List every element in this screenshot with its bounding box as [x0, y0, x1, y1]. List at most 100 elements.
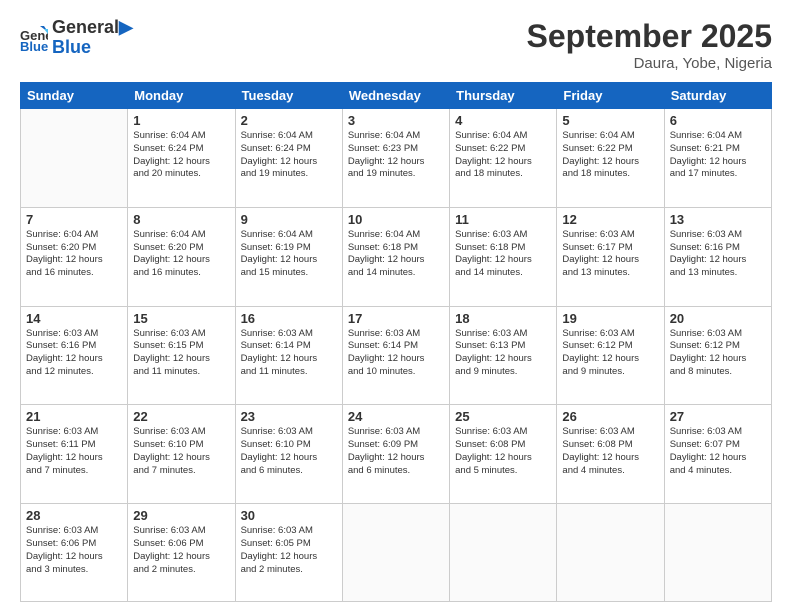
day-info: Sunrise: 6:03 AM Sunset: 6:12 PM Dayligh… — [670, 328, 766, 379]
day-number: 19 — [562, 311, 658, 326]
day-number: 16 — [241, 311, 337, 326]
day-info: Sunrise: 6:04 AM Sunset: 6:20 PM Dayligh… — [133, 229, 229, 280]
day-cell: 7Sunrise: 6:04 AM Sunset: 6:20 PM Daylig… — [21, 207, 128, 306]
day-info: Sunrise: 6:04 AM Sunset: 6:22 PM Dayligh… — [562, 130, 658, 181]
day-number: 26 — [562, 409, 658, 424]
day-info: Sunrise: 6:04 AM Sunset: 6:21 PM Dayligh… — [670, 130, 766, 181]
day-cell: 10Sunrise: 6:04 AM Sunset: 6:18 PM Dayli… — [342, 207, 449, 306]
day-cell: 21 Sunrise: 6:03 AM Sunset: 6:11 PM Dayli… — [21, 405, 128, 504]
day-number: 14 — [26, 311, 122, 326]
logo-icon: General Blue — [20, 24, 48, 52]
day-cell: 4Sunrise: 6:04 AM Sunset: 6:22 PM Daylig… — [450, 109, 557, 208]
day-info: Sunrise: 6:03 AM Sunset: 6:14 PM Dayligh… — [241, 328, 337, 379]
day-info: Sunrise: 6:03 AM Sunset: 6:08 PM Dayligh… — [562, 426, 658, 477]
day-cell: 28 Sunrise: 6:03 AM Sunset: 6:06 PM Dayli… — [21, 504, 128, 602]
title-block: September 2025 Daura, Yobe, Nigeria — [527, 18, 772, 72]
day-number: 22 — [133, 409, 229, 424]
day-info: Sunrise: 6:04 AM Sunset: 6:24 PM Dayligh… — [133, 130, 229, 181]
week-row-1: 1 Sunrise: 6:04 AM Sunset: 6:24 PM Daylig… — [21, 109, 772, 208]
header: General Blue General▶ Blue September 202… — [20, 18, 772, 72]
day-number: 28 — [26, 508, 122, 523]
day-info: Sunrise: 6:03 AM Sunset: 6:10 PM Dayligh… — [241, 426, 337, 477]
day-cell: 24Sunrise: 6:03 AM Sunset: 6:09 PM Dayli… — [342, 405, 449, 504]
day-number: 6 — [670, 113, 766, 128]
day-number: 20 — [670, 311, 766, 326]
day-cell: 16 Sunrise: 6:03 AM Sunset: 6:14 PM Dayli… — [235, 306, 342, 405]
day-info: Sunrise: 6:03 AM Sunset: 6:10 PM Dayligh… — [133, 426, 229, 477]
day-number: 29 — [133, 508, 229, 523]
day-cell: 26 Sunrise: 6:03 AM Sunset: 6:08 PM Dayli… — [557, 405, 664, 504]
day-info: Sunrise: 6:04 AM Sunset: 6:20 PM Dayligh… — [26, 229, 122, 280]
day-cell — [342, 504, 449, 602]
day-cell: 30 Sunrise: 6:03 AM Sunset: 6:05 PM Dayli… — [235, 504, 342, 602]
day-cell: 6 Sunrise: 6:04 AM Sunset: 6:21 PM Daylig… — [664, 109, 771, 208]
day-number: 18 — [455, 311, 551, 326]
week-row-3: 14 Sunrise: 6:03 AM Sunset: 6:16 PM Dayli… — [21, 306, 772, 405]
col-sunday: Sunday — [21, 83, 128, 109]
day-cell: 18Sunrise: 6:03 AM Sunset: 6:13 PM Dayli… — [450, 306, 557, 405]
day-info: Sunrise: 6:03 AM Sunset: 6:06 PM Dayligh… — [133, 525, 229, 576]
col-saturday: Saturday — [664, 83, 771, 109]
day-number: 9 — [241, 212, 337, 227]
col-thursday: Thursday — [450, 83, 557, 109]
day-info: Sunrise: 6:03 AM Sunset: 6:16 PM Dayligh… — [26, 328, 122, 379]
day-cell — [450, 504, 557, 602]
day-number: 21 — [26, 409, 122, 424]
day-info: Sunrise: 6:03 AM Sunset: 6:11 PM Dayligh… — [26, 426, 122, 477]
day-cell — [21, 109, 128, 208]
day-info: Sunrise: 6:03 AM Sunset: 6:17 PM Dayligh… — [562, 229, 658, 280]
day-number: 5 — [562, 113, 658, 128]
day-info: Sunrise: 6:03 AM Sunset: 6:06 PM Dayligh… — [26, 525, 122, 576]
day-cell: 5 Sunrise: 6:04 AM Sunset: 6:22 PM Daylig… — [557, 109, 664, 208]
header-row: Sunday Monday Tuesday Wednesday Thursday… — [21, 83, 772, 109]
logo: General Blue General▶ Blue — [20, 18, 133, 58]
day-info: Sunrise: 6:03 AM Sunset: 6:08 PM Dayligh… — [455, 426, 551, 477]
day-number: 1 — [133, 113, 229, 128]
day-number: 4 — [455, 113, 551, 128]
day-cell: 13 Sunrise: 6:03 AM Sunset: 6:16 PM Dayli… — [664, 207, 771, 306]
day-cell: 29 Sunrise: 6:03 AM Sunset: 6:06 PM Dayli… — [128, 504, 235, 602]
day-info: Sunrise: 6:04 AM Sunset: 6:18 PM Dayligh… — [348, 229, 444, 280]
day-number: 27 — [670, 409, 766, 424]
day-cell: 19 Sunrise: 6:03 AM Sunset: 6:12 PM Dayli… — [557, 306, 664, 405]
page: General Blue General▶ Blue September 202… — [0, 0, 792, 612]
day-info: Sunrise: 6:04 AM Sunset: 6:23 PM Dayligh… — [348, 130, 444, 181]
day-cell: 22 Sunrise: 6:03 AM Sunset: 6:10 PM Dayli… — [128, 405, 235, 504]
day-info: Sunrise: 6:03 AM Sunset: 6:18 PM Dayligh… — [455, 229, 551, 280]
day-number: 3 — [348, 113, 444, 128]
day-cell: 25 Sunrise: 6:03 AM Sunset: 6:08 PM Dayli… — [450, 405, 557, 504]
col-monday: Monday — [128, 83, 235, 109]
day-cell: 12 Sunrise: 6:03 AM Sunset: 6:17 PM Dayli… — [557, 207, 664, 306]
day-cell: 8 Sunrise: 6:04 AM Sunset: 6:20 PM Daylig… — [128, 207, 235, 306]
day-info: Sunrise: 6:03 AM Sunset: 6:05 PM Dayligh… — [241, 525, 337, 576]
day-cell: 15 Sunrise: 6:03 AM Sunset: 6:15 PM Dayli… — [128, 306, 235, 405]
day-number: 13 — [670, 212, 766, 227]
day-number: 30 — [241, 508, 337, 523]
day-cell: 11Sunrise: 6:03 AM Sunset: 6:18 PM Dayli… — [450, 207, 557, 306]
week-row-5: 28 Sunrise: 6:03 AM Sunset: 6:06 PM Dayli… — [21, 504, 772, 602]
day-cell: 2Sunrise: 6:04 AM Sunset: 6:24 PM Daylig… — [235, 109, 342, 208]
day-number: 2 — [241, 113, 337, 128]
day-info: Sunrise: 6:03 AM Sunset: 6:14 PM Dayligh… — [348, 328, 444, 379]
day-info: Sunrise: 6:03 AM Sunset: 6:07 PM Dayligh… — [670, 426, 766, 477]
day-cell — [664, 504, 771, 602]
day-info: Sunrise: 6:03 AM Sunset: 6:15 PM Dayligh… — [133, 328, 229, 379]
day-cell: 23 Sunrise: 6:03 AM Sunset: 6:10 PM Dayli… — [235, 405, 342, 504]
week-row-2: 7Sunrise: 6:04 AM Sunset: 6:20 PM Daylig… — [21, 207, 772, 306]
svg-text:Blue: Blue — [20, 39, 48, 52]
day-number: 15 — [133, 311, 229, 326]
day-cell: 17Sunrise: 6:03 AM Sunset: 6:14 PM Dayli… — [342, 306, 449, 405]
day-cell: 1 Sunrise: 6:04 AM Sunset: 6:24 PM Daylig… — [128, 109, 235, 208]
col-tuesday: Tuesday — [235, 83, 342, 109]
week-row-4: 21 Sunrise: 6:03 AM Sunset: 6:11 PM Dayli… — [21, 405, 772, 504]
day-info: Sunrise: 6:03 AM Sunset: 6:12 PM Dayligh… — [562, 328, 658, 379]
day-number: 24 — [348, 409, 444, 424]
day-number: 23 — [241, 409, 337, 424]
day-number: 25 — [455, 409, 551, 424]
day-cell: 14 Sunrise: 6:03 AM Sunset: 6:16 PM Dayli… — [21, 306, 128, 405]
day-number: 12 — [562, 212, 658, 227]
day-info: Sunrise: 6:03 AM Sunset: 6:16 PM Dayligh… — [670, 229, 766, 280]
day-info: Sunrise: 6:04 AM Sunset: 6:19 PM Dayligh… — [241, 229, 337, 280]
day-number: 8 — [133, 212, 229, 227]
day-cell: 27 Sunrise: 6:03 AM Sunset: 6:07 PM Dayli… — [664, 405, 771, 504]
